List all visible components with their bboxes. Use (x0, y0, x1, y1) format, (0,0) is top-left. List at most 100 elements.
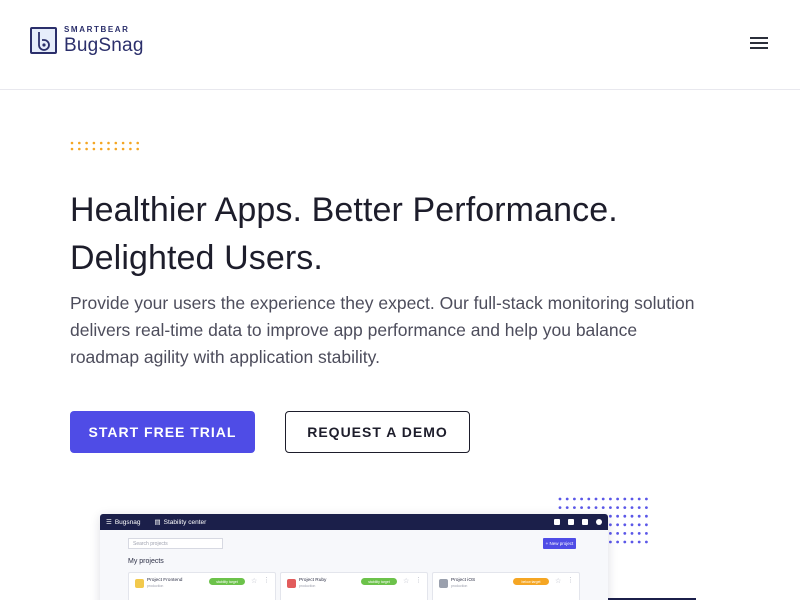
stability-badge: below target (513, 578, 549, 585)
decoration-dot (565, 506, 569, 509)
decoration-dot (645, 532, 648, 535)
product-screenshot-preview: ☰ Bugsnag ▤ Stability center Search projec… (100, 514, 608, 600)
start-free-trial-button[interactable]: START FREE TRIAL (70, 411, 255, 453)
decoration-dot (630, 497, 634, 501)
preview-book-icon (582, 519, 588, 525)
decoration-dot (107, 147, 110, 151)
preview-nav-item: Stability center (163, 518, 207, 526)
project-card: Project Ruby production stability target… (280, 572, 428, 600)
decoration-dot (637, 514, 641, 518)
decoration-dot (601, 497, 605, 501)
decoration-dot (573, 497, 576, 501)
preview-new-project-button: + New project (543, 538, 576, 549)
headline-line-1: Healthier Apps. Better Performance. (70, 191, 618, 229)
decoration-dot (609, 540, 612, 544)
decoration-dot (78, 141, 81, 145)
decoration-dot (129, 141, 132, 145)
decoration-dot (623, 497, 627, 501)
decoration-dot (637, 523, 641, 527)
decoration-dot (609, 532, 612, 535)
preview-top-bar: ☰ Bugsnag ▤ Stability center (100, 514, 608, 530)
decoration-dot (609, 523, 612, 527)
preview-megaphone-icon (568, 519, 574, 525)
decoration-dot (616, 506, 619, 509)
decoration-dot (587, 497, 591, 501)
decoration-dot (645, 523, 648, 527)
decoration-dot (92, 141, 96, 145)
bugsnag-logo-icon (30, 27, 57, 54)
project-sub: production (299, 584, 316, 588)
decoration-dot (70, 141, 74, 145)
decoration-dot (616, 532, 619, 535)
decoration-dot (630, 506, 634, 509)
hero-headline: Healthier Apps. Better Performance. Deli… (70, 186, 770, 282)
brand-small-text: SMARTBEAR (64, 25, 130, 34)
site-header: SMARTBEAR BugSnag (0, 0, 800, 90)
decoration-dot (92, 147, 96, 151)
preview-menu-icon: ☰ (106, 519, 112, 526)
hamburger-menu-icon[interactable] (750, 37, 768, 53)
decoration-dot (630, 532, 634, 535)
decoration-dot (637, 497, 641, 501)
more-icon: ⋮ (567, 577, 574, 584)
project-card: Project iOS production below target ☆ ⋮ (432, 572, 580, 600)
decoration-dot (558, 506, 562, 509)
decoration-dot (637, 532, 641, 535)
preview-user-icon (596, 519, 602, 525)
decoration-dot (558, 497, 562, 501)
bugsnag-logo[interactable]: SMARTBEAR BugSnag (30, 26, 144, 55)
decoration-dot (121, 147, 125, 151)
decoration-dot (609, 497, 612, 501)
more-icon: ⋮ (263, 577, 270, 584)
decoration-dot (637, 506, 641, 509)
decoration-dot (623, 532, 627, 535)
project-name: Project iOS (451, 578, 476, 583)
request-demo-button[interactable]: REQUEST A DEMO (285, 411, 470, 453)
decoration-dot (645, 514, 648, 518)
decoration-dot (616, 497, 619, 501)
decoration-dot (645, 497, 648, 501)
js-icon (135, 579, 144, 588)
decoration-dot (616, 514, 619, 518)
brand-name: BugSnag (64, 35, 144, 56)
decoration-dot (78, 147, 81, 151)
decoration-dot (637, 540, 641, 544)
ruby-icon (287, 579, 296, 588)
decoration-dot (85, 141, 88, 145)
more-icon: ⋮ (415, 577, 422, 584)
decoration-dot (623, 506, 627, 509)
apple-icon (439, 579, 448, 588)
preview-search-input: Search projects (128, 538, 223, 549)
hero-subtext: Provide your users the experience they e… (70, 293, 695, 367)
decoration-dot (114, 147, 118, 151)
decoration-dot (580, 497, 583, 501)
decoration-dot (645, 540, 648, 544)
star-icon: ☆ (403, 578, 410, 585)
project-name: Project Ruby (299, 578, 327, 583)
decoration-dot (594, 506, 598, 509)
decoration-dot (630, 540, 634, 544)
decoration-dot (609, 514, 612, 518)
project-sub: production (451, 584, 468, 588)
decoration-dot (609, 506, 612, 509)
decoration-dot (580, 506, 583, 509)
star-icon: ☆ (555, 578, 562, 585)
decoration-dot (114, 141, 118, 145)
decoration-dot (594, 497, 598, 501)
decoration-dot (136, 141, 139, 145)
decoration-dot (645, 506, 648, 509)
decoration-dot (70, 147, 74, 151)
decoration-dot (623, 523, 627, 527)
decoration-dot (630, 523, 634, 527)
stability-badge: stability target (209, 578, 245, 585)
preview-gear-icon (554, 519, 560, 525)
decoration-dot (601, 506, 605, 509)
decoration-dot (136, 147, 139, 151)
decoration-dot (121, 141, 125, 145)
decoration-dot (573, 506, 576, 509)
decoration-dot (623, 540, 627, 544)
decoration-dot (107, 141, 110, 145)
stability-badge: stability target (361, 578, 397, 585)
decoration-dot (565, 497, 569, 501)
preview-grid-icon: ▤ (154, 519, 161, 526)
